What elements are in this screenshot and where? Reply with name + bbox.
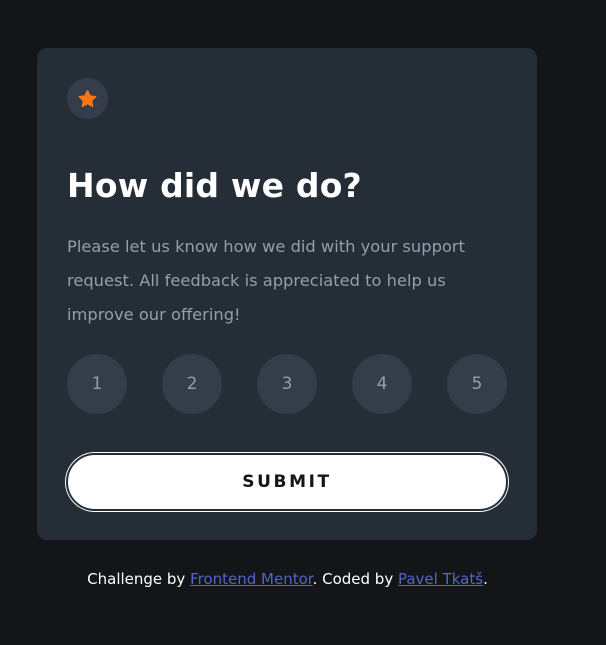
author-link[interactable]: Pavel Tkatš: [398, 570, 483, 588]
rating-button-4[interactable]: 4: [352, 354, 412, 414]
card-title: How did we do?: [67, 166, 362, 205]
attribution-middle: . Coded by: [312, 570, 398, 588]
frontend-mentor-link[interactable]: Frontend Mentor: [190, 570, 313, 588]
rating-button-3[interactable]: 3: [257, 354, 317, 414]
star-icon: [78, 89, 97, 107]
attribution-suffix: .: [483, 570, 488, 588]
submit-button[interactable]: SUBMIT: [66, 453, 508, 511]
rating-button-5[interactable]: 5: [447, 354, 507, 414]
attribution: Challenge by Frontend Mentor. Coded by P…: [0, 568, 575, 590]
rating-button-1[interactable]: 1: [67, 354, 127, 414]
rating-options: 1 2 3 4 5: [67, 354, 507, 414]
rating-button-2[interactable]: 2: [162, 354, 222, 414]
rating-card: How did we do? Please let us know how we…: [37, 48, 537, 540]
card-description: Please let us know how we did with your …: [67, 237, 465, 324]
attribution-prefix: Challenge by: [87, 570, 191, 588]
star-icon-badge: [67, 78, 108, 119]
